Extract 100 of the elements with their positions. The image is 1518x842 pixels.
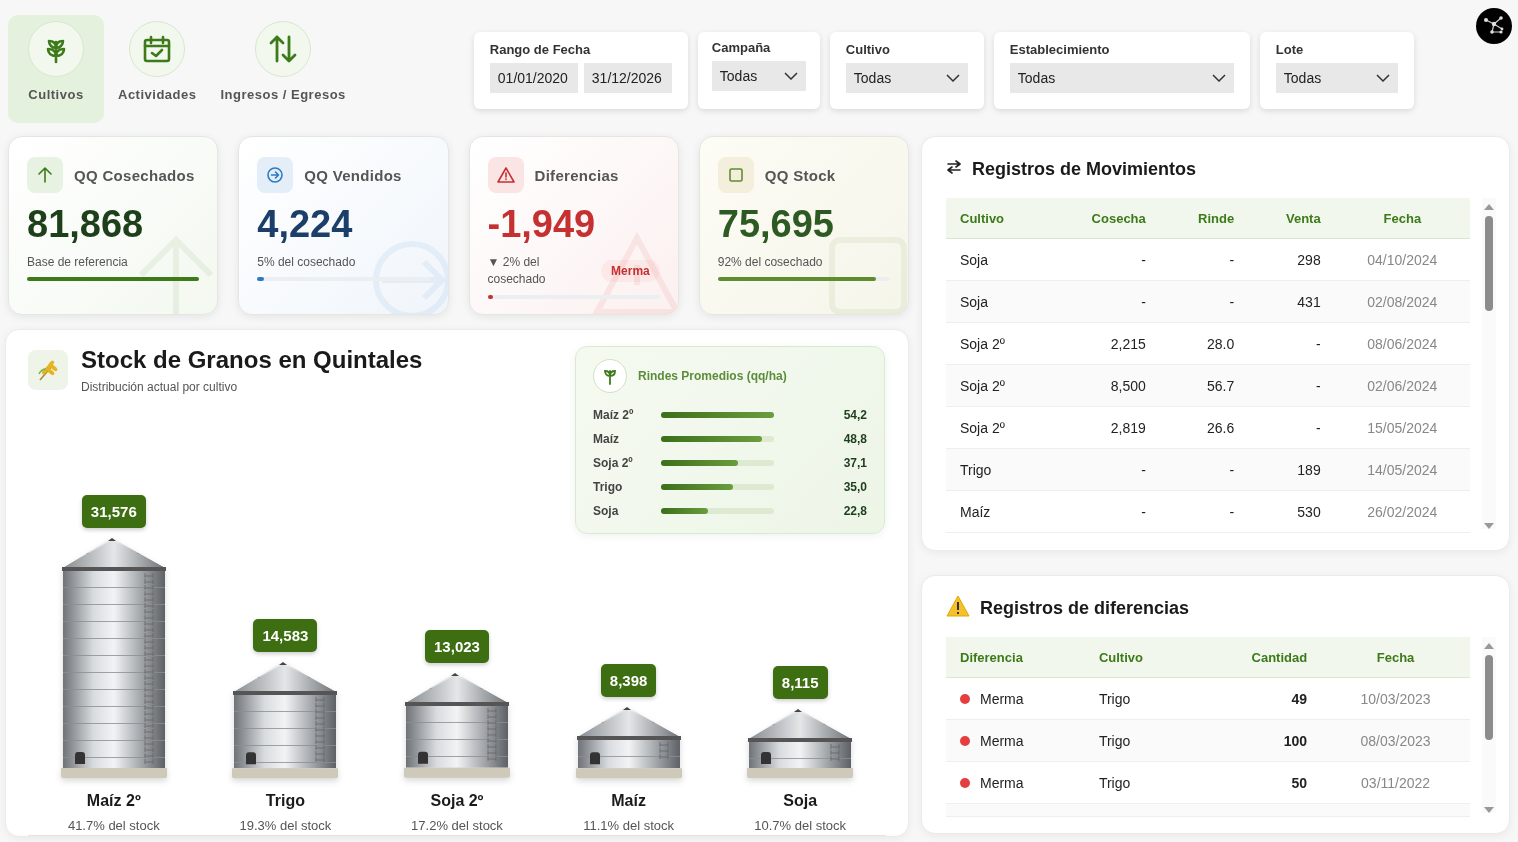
filter-label: Cultivo <box>845 42 891 57</box>
ladder-drawing <box>830 743 840 762</box>
column-header: Cultivo <box>946 198 1047 239</box>
kpi-title: QQ Vendidos <box>304 166 402 184</box>
table-cell: - <box>1248 322 1335 365</box>
sprout-icon <box>593 359 627 393</box>
yields-title: Rindes Promedios (qq/ha) <box>638 369 787 383</box>
silo-door-icon <box>74 752 85 764</box>
dropdown[interactable]: Todas <box>845 63 968 93</box>
dropdown[interactable]: Todas <box>1009 63 1234 93</box>
table-cell: 298 <box>1248 238 1335 281</box>
kpi-icon <box>487 157 524 193</box>
kpi-note: ▼ 2% del cosechado <box>487 254 547 288</box>
table-cell: Soja <box>946 238 1047 281</box>
table-cell: Merma <box>980 774 1024 791</box>
table-cell: 28.0 <box>1159 322 1249 365</box>
ladder-drawing <box>487 707 497 762</box>
yield-value: 48,8 <box>843 432 867 446</box>
table-cell: - <box>1046 238 1160 281</box>
table-cell: - <box>1248 406 1335 449</box>
table-cell: Trigo <box>1084 677 1195 720</box>
kpi-icon <box>717 157 754 193</box>
table-cell: 100 <box>1194 719 1322 762</box>
table-cell: - <box>1248 364 1335 407</box>
table-cell: 189 <box>1248 448 1335 491</box>
scrollbar[interactable] <box>1482 637 1496 813</box>
silo-crop-name: Maíz 2º <box>86 792 141 810</box>
column-header: Cantidad <box>1194 637 1322 678</box>
ladder-drawing <box>659 741 668 760</box>
status-badge: Merma <box>601 260 660 282</box>
nav-tab[interactable]: Actividades <box>108 15 207 123</box>
yield-value: 54,2 <box>843 408 867 422</box>
card-title: Registros de Movimientos <box>972 158 1197 180</box>
amount-badge: 13,023 <box>425 630 489 664</box>
table-cell: - <box>1159 280 1249 323</box>
crop-label: Soja <box>593 504 620 518</box>
up-down-arrows-icon <box>268 34 299 64</box>
stock-share: 17.2% del stock <box>411 818 503 833</box>
table-cell: 08/03/2023 <box>1321 719 1470 762</box>
silo-door-icon <box>761 752 772 764</box>
stock-share: 19.3% del stock <box>239 818 332 833</box>
table-cell: Trigo <box>1084 761 1195 804</box>
stock-share: 11.1% del stock <box>583 818 674 833</box>
scrollbar[interactable] <box>1482 198 1496 529</box>
kpi-icon <box>257 157 294 193</box>
date-field[interactable]: 01/01/2020 <box>489 63 578 93</box>
column-header: Fecha <box>1321 637 1470 678</box>
dropdown[interactable]: Todas <box>1275 63 1398 93</box>
ladder-drawing <box>316 696 325 763</box>
table-cell: Soja 2º <box>946 322 1047 365</box>
card-title: Registros de diferencias <box>980 597 1190 619</box>
table-cell: Soja 2º <box>946 406 1047 449</box>
amount-badge: 31,576 <box>81 495 146 528</box>
table-cell: Merma <box>980 732 1024 749</box>
silo-crop-name: Soja <box>783 792 818 810</box>
chevron-down-icon <box>783 72 798 80</box>
yield-value: 35,0 <box>843 480 867 494</box>
silo-door-icon <box>589 752 600 764</box>
kpi-note: 5% del cosechado <box>257 255 356 269</box>
amount-badge: 8,398 <box>600 663 657 697</box>
table-cell: 530 <box>1248 490 1335 533</box>
table-cell: Trigo <box>1084 719 1195 762</box>
table-cell: - <box>1159 490 1249 533</box>
column-header: Cosecha <box>1046 198 1160 239</box>
table-cell: 02/06/2024 <box>1334 364 1470 407</box>
stock-share: 10.7% del stock <box>754 818 847 833</box>
amount-badge: 14,583 <box>253 618 318 652</box>
table-cell: Soja 2º <box>946 364 1047 407</box>
table-cell: 08/06/2024 <box>1334 322 1470 365</box>
kpi-note: Base de referencia <box>27 255 128 269</box>
kpi-value: 75,695 <box>717 203 835 246</box>
kpi-note: 92% del cosechado <box>717 255 823 269</box>
kpi-value: 4,224 <box>257 203 354 246</box>
nav-tab[interactable]: Ingresos / Egresos <box>210 15 356 123</box>
table-cell: 26.6 <box>1159 406 1249 449</box>
chevron-down-icon <box>1375 74 1390 82</box>
table-cell: 03/11/2022 <box>1321 761 1470 804</box>
table-cell: - <box>1046 448 1160 491</box>
table-cell: 2,215 <box>1046 322 1160 365</box>
crop-label: Soja 2º <box>593 456 634 470</box>
panel-title: Stock de Granos en Quintales <box>81 346 424 374</box>
amount-badge: 8,115 <box>772 665 828 699</box>
nav-tab[interactable]: Cultivos <box>8 15 104 123</box>
table-cell: Trigo <box>946 448 1047 491</box>
column-header: Venta <box>1248 198 1335 239</box>
table-cell: - <box>1159 238 1249 281</box>
date-field[interactable]: 31/12/2026 <box>583 63 672 93</box>
table-cell: Maíz <box>946 490 1047 533</box>
table-cell: - <box>1046 280 1160 323</box>
table-cell: 2,819 <box>1046 406 1160 449</box>
panel-subtitle: Distribución actual por cultivo <box>81 380 239 394</box>
dropdown[interactable]: Todas <box>711 61 806 91</box>
filter-label: Establecimiento <box>1009 42 1111 57</box>
table-cell: - <box>1046 490 1160 533</box>
column-header: Cultivo <box>1084 637 1195 678</box>
table-cell: 26/02/2024 <box>1334 490 1470 533</box>
wheat-icon <box>28 350 68 390</box>
chevron-down-icon <box>945 74 960 82</box>
kpi-value: -1,949 <box>487 203 597 246</box>
column-header: Fecha <box>1334 198 1470 239</box>
